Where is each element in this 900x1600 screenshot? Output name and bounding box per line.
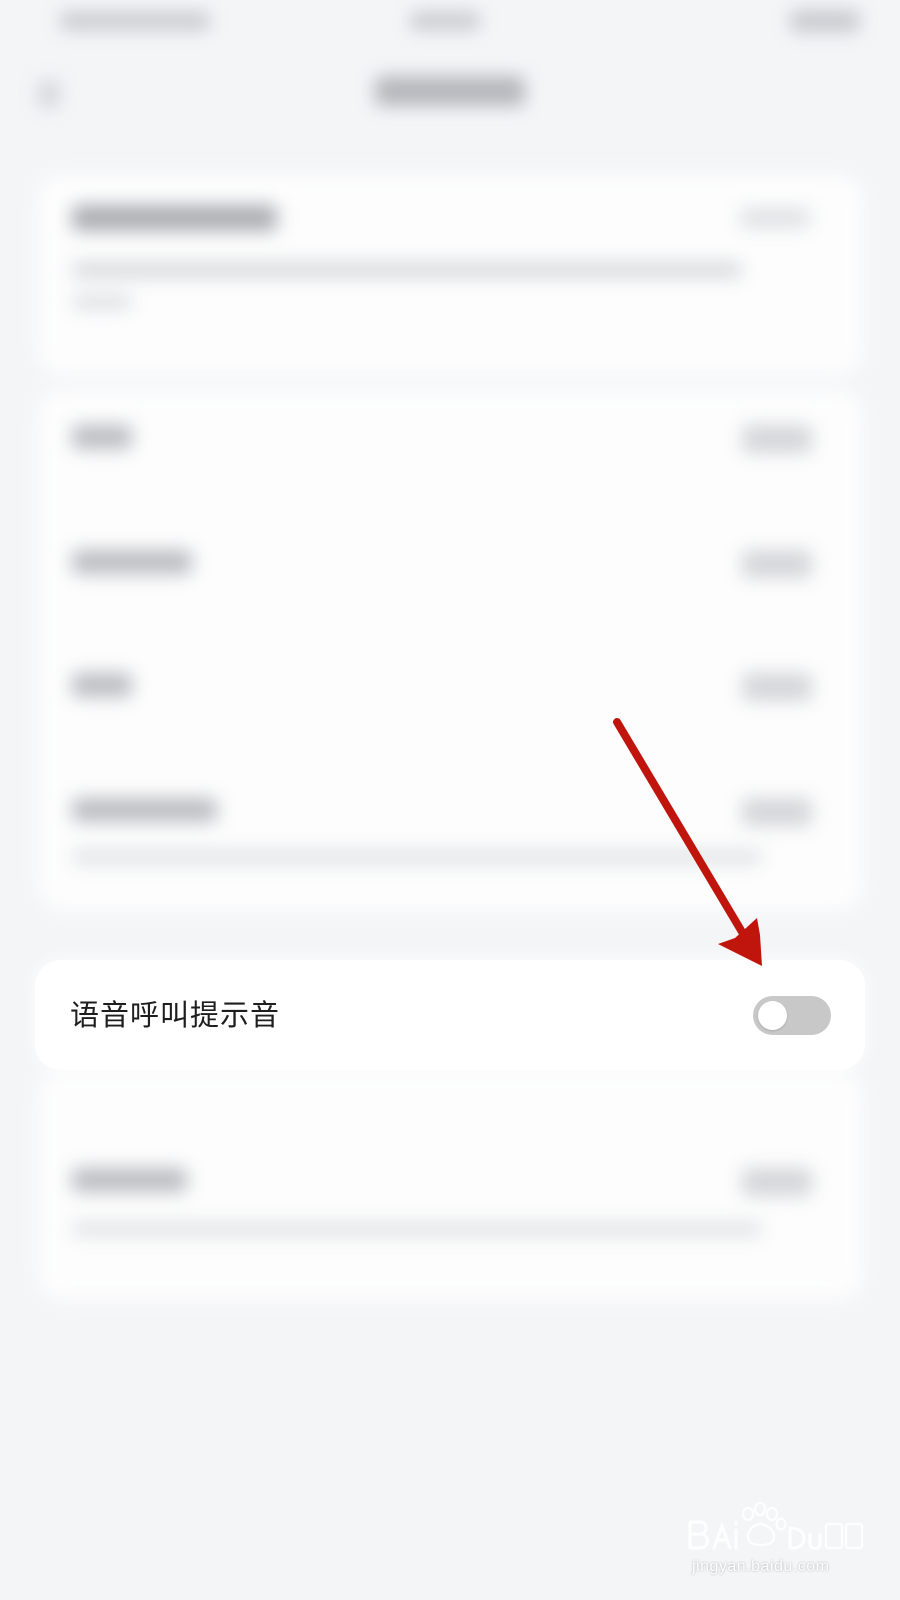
blurred-status-battery [790,10,860,32]
blurred-card-desc-1 [72,262,742,278]
blurred-row-1-toggle [742,425,812,453]
blurred-status-center [410,12,480,30]
blurred-row-4-label [72,798,217,822]
blurred-row-4-desc [72,850,762,864]
voice-call-tone-toggle[interactable] [753,996,831,1035]
blurred-status-time [60,12,210,30]
blurred-row-3-toggle [742,673,812,701]
blurred-row-5-toggle [742,1168,812,1196]
watermark-url: jingyan.baidu.com [692,1558,830,1575]
blurred-row-2-toggle [742,550,812,578]
blurred-card-title [72,205,277,231]
blurred-row-5-label [72,1168,187,1192]
blurred-card-right [740,208,810,228]
blurred-settings-background [0,0,900,1600]
blurred-page-title [375,76,525,106]
blurred-row-2-label [72,550,192,574]
voice-call-tone-setting-row: 语音呼叫提示音 [35,960,865,1070]
toggle-knob [758,1001,787,1030]
blurred-card-desc-2 [72,295,132,309]
blurred-row-4-toggle [742,798,812,826]
blurred-row-3-label [72,673,132,697]
settings-screen: 语音呼叫提示音 jingyan.baidu.com [0,0,900,1600]
blurred-card-list [38,390,863,910]
blurred-row-5-desc [72,1222,762,1236]
baidu-paw-logo-icon [688,1501,864,1550]
voice-call-tone-label: 语音呼叫提示音 [70,998,281,1032]
baidu-jingyan-watermark: jingyan.baidu.com [686,1500,866,1580]
blurred-back-icon [38,80,60,108]
blurred-row-1-label [72,425,132,449]
